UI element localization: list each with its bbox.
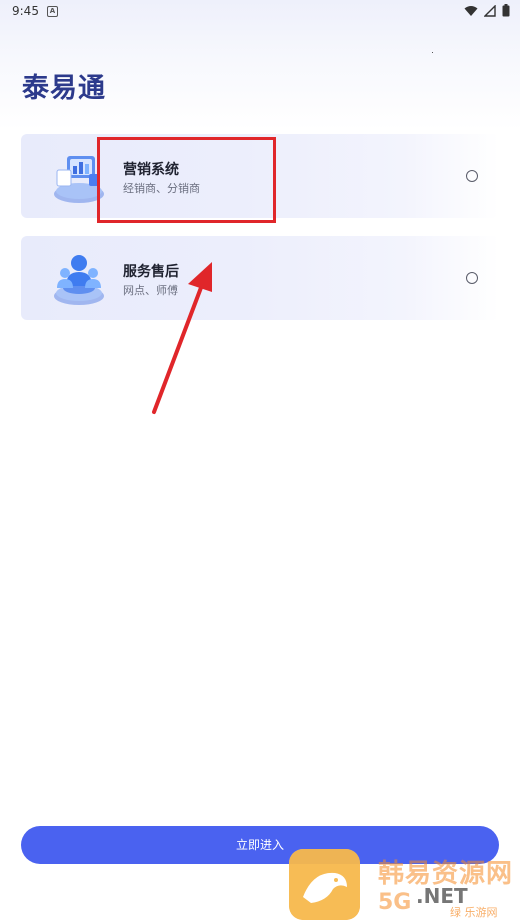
signal-icon <box>484 4 496 17</box>
option-subtitle: 网点、师傅 <box>123 284 178 297</box>
status-time: 9:45 <box>12 4 39 18</box>
status-icons <box>464 4 510 17</box>
option-card-service[interactable]: 服务售后 网点、师傅 <box>21 236 499 320</box>
annotation-highlight-box <box>97 137 276 223</box>
notification-a-icon: A <box>47 6 58 17</box>
watermark-num: 5G <box>378 890 412 915</box>
watermark-logo <box>289 849 360 920</box>
page-title: 泰易通 <box>22 73 106 104</box>
status-bar: 9:45 A <box>0 0 520 22</box>
option-title: 服务售后 <box>123 264 179 280</box>
wifi-icon <box>464 5 478 16</box>
decorative-dot <box>432 52 433 53</box>
after-sales-service-icon <box>54 255 104 305</box>
watermark-sub: 绿 乐游网 <box>450 906 498 919</box>
option-radio[interactable] <box>466 170 478 182</box>
option-radio[interactable] <box>466 272 478 284</box>
battery-icon <box>502 4 510 17</box>
